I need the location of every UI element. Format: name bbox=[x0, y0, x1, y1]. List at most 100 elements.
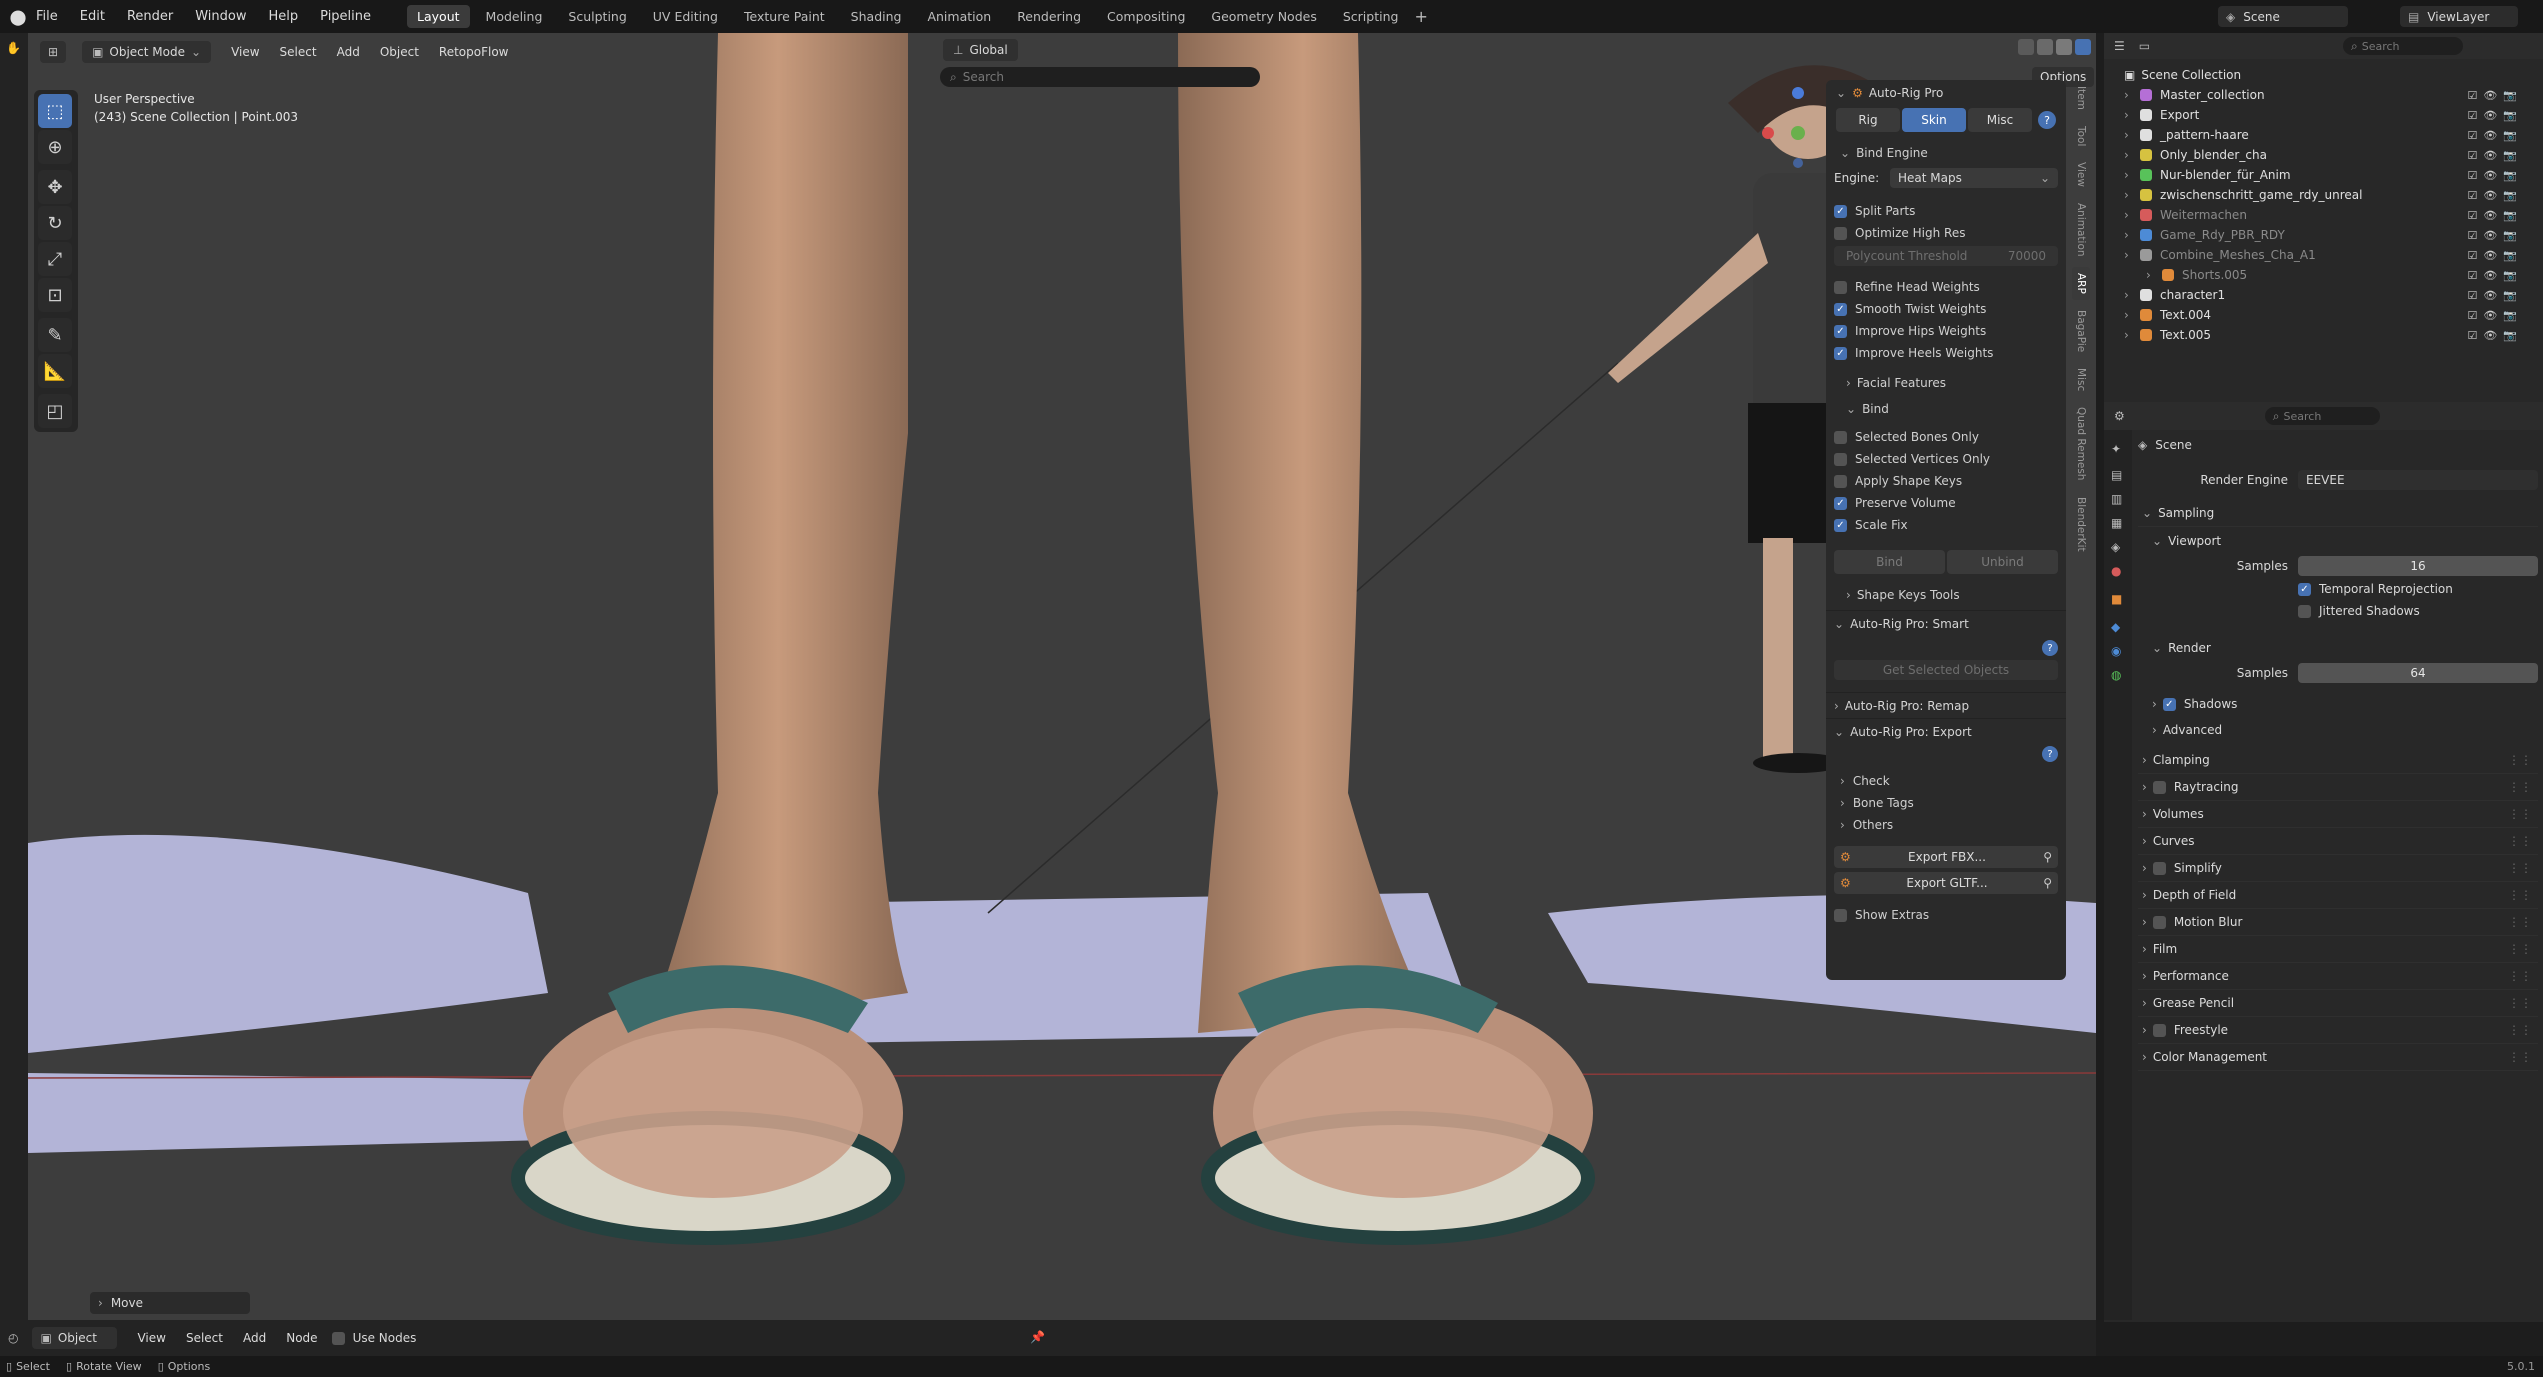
advanced-subpanel-header[interactable]: › Advanced bbox=[2138, 717, 2538, 743]
tab-scripting[interactable]: Scripting bbox=[1333, 5, 1409, 28]
chevron-right-icon[interactable]: › bbox=[2124, 128, 2134, 142]
use-nodes-checkbox[interactable]: Use Nodes bbox=[331, 1331, 416, 1345]
wireframe-shading-icon[interactable] bbox=[2018, 39, 2034, 55]
drag-handle-icon[interactable]: ⋮⋮ bbox=[2508, 834, 2532, 848]
properties-section-header[interactable]: › Curves ⋮⋮ bbox=[2138, 828, 2538, 855]
node-menu-node[interactable]: Node bbox=[286, 1331, 317, 1345]
chevron-right-icon[interactable]: › bbox=[2124, 208, 2134, 222]
shape-keys-tools-section[interactable]: › Shape Keys Tools bbox=[1834, 584, 2058, 606]
visibility-toggles[interactable]: ☑👁📷 bbox=[2467, 109, 2523, 122]
vp-menu-select[interactable]: Select bbox=[280, 45, 317, 59]
drag-handle-icon[interactable]: ⋮⋮ bbox=[2508, 861, 2532, 875]
sidebar-tab-tool[interactable]: Tool bbox=[2072, 120, 2090, 152]
hand-icon[interactable]: ✋ bbox=[6, 41, 22, 55]
properties-section-header[interactable]: › Freestyle ⋮⋮ bbox=[2138, 1017, 2538, 1044]
chevron-right-icon[interactable]: › bbox=[2124, 148, 2134, 162]
menu-render[interactable]: Render bbox=[127, 9, 173, 24]
sidebar-tab-blenderkit[interactable]: BlenderKit bbox=[2072, 491, 2090, 558]
outliner-item[interactable]: › Master_collection ☑👁📷 bbox=[2124, 85, 2543, 105]
tab-rig[interactable]: Rig bbox=[1836, 108, 1900, 132]
node-menu-select[interactable]: Select bbox=[186, 1331, 223, 1345]
check-section[interactable]: › Check bbox=[1834, 770, 2058, 792]
visibility-toggles[interactable]: ☑👁📷 bbox=[2467, 189, 2523, 202]
split-parts-checkbox[interactable]: ✓ Split Parts bbox=[1834, 200, 2058, 222]
chevron-right-icon[interactable]: › bbox=[2124, 228, 2134, 242]
visibility-toggles[interactable]: ☑👁📷 bbox=[2467, 289, 2523, 302]
improve-hips-checkbox[interactable]: ✓ Improve Hips Weights bbox=[1834, 320, 2058, 342]
scene-collection-row[interactable]: ▣ Scene Collection bbox=[2124, 65, 2543, 85]
menu-help[interactable]: Help bbox=[269, 9, 299, 24]
properties-section-header[interactable]: › Performance ⋮⋮ bbox=[2138, 963, 2538, 990]
shadows-subpanel-header[interactable]: › ✓ Shadows bbox=[2138, 691, 2538, 717]
outliner-item[interactable]: › Only_blender_cha ☑👁📷 bbox=[2124, 145, 2543, 165]
output-tab-icon[interactable]: ▥ bbox=[2111, 492, 2125, 506]
tab-uv-editing[interactable]: UV Editing bbox=[643, 5, 728, 28]
properties-editor-icon[interactable]: ⚙ bbox=[2114, 409, 2125, 423]
scale-fix-checkbox[interactable]: ✓ Scale Fix bbox=[1834, 514, 2058, 536]
tab-animation[interactable]: Animation bbox=[917, 5, 1001, 28]
select-box-tool-icon[interactable]: ⬚ bbox=[38, 94, 72, 128]
vp-menu-object[interactable]: Object bbox=[380, 45, 419, 59]
properties-section-header[interactable]: › Raytracing ⋮⋮ bbox=[2138, 774, 2538, 801]
drag-handle-icon[interactable]: ⋮⋮ bbox=[2508, 996, 2532, 1010]
vp-menu-retopoflow[interactable]: RetopoFlow bbox=[439, 45, 509, 59]
viewport-subpanel-header[interactable]: ⌄ Viewport bbox=[2138, 527, 2538, 554]
tab-compositing[interactable]: Compositing bbox=[1097, 5, 1195, 28]
outliner-item[interactable]: › _pattern-haare ☑👁📷 bbox=[2124, 125, 2543, 145]
display-mode-icon[interactable]: ▭ bbox=[2139, 39, 2150, 53]
outliner-item[interactable]: › Game_Rdy_PBR_RDY ☑👁📷 bbox=[2124, 225, 2543, 245]
drag-handle-icon[interactable]: ⋮⋮ bbox=[2508, 942, 2532, 956]
visibility-toggles[interactable]: ☑👁📷 bbox=[2467, 329, 2523, 342]
object-tab-icon[interactable]: ■ bbox=[2111, 592, 2125, 606]
checkbox-box[interactable] bbox=[2152, 1023, 2166, 1037]
viewlayer-selector[interactable]: ▤ ViewLayer bbox=[2400, 6, 2518, 27]
properties-section-header[interactable]: › Simplify ⋮⋮ bbox=[2138, 855, 2538, 882]
jittered-shadows-checkbox[interactable]: Jittered Shadows bbox=[2138, 600, 2538, 622]
outliner-item[interactable]: › Weitermachen ☑👁📷 bbox=[2124, 205, 2543, 225]
properties-section-header[interactable]: › Color Management ⋮⋮ bbox=[2138, 1044, 2538, 1071]
tab-rendering[interactable]: Rendering bbox=[1007, 5, 1091, 28]
sidebar-tab-item[interactable]: Item bbox=[2072, 80, 2090, 116]
cursor-tool-icon[interactable]: ⊕ bbox=[38, 130, 72, 164]
tab-misc[interactable]: Misc bbox=[1968, 108, 2032, 132]
visibility-toggles[interactable]: ☑👁📷 bbox=[2467, 269, 2523, 282]
measure-tool-icon[interactable]: 📐 bbox=[38, 354, 72, 388]
export-fbx-button[interactable]: ⚙ Export FBX... ⚲ bbox=[1834, 846, 2058, 868]
modifier-tab-icon[interactable]: ◆ bbox=[2111, 620, 2125, 634]
viewport-search-input[interactable]: ⌕ Search bbox=[940, 67, 1260, 87]
drag-handle-icon[interactable]: ⋮⋮ bbox=[2508, 1050, 2532, 1064]
improve-heels-checkbox[interactable]: ✓ Improve Heels Weights bbox=[1834, 342, 2058, 364]
chevron-right-icon[interactable]: › bbox=[2124, 168, 2134, 182]
material-shading-icon[interactable] bbox=[2056, 39, 2072, 55]
sidebar-tab-quad-remesh[interactable]: Quad Remesh bbox=[2072, 401, 2090, 486]
blender-logo-icon[interactable]: ⬤ bbox=[0, 8, 36, 26]
unbind-button[interactable]: Unbind bbox=[1947, 550, 2058, 574]
chevron-right-icon[interactable]: › bbox=[2146, 268, 2156, 282]
outliner-item[interactable]: › character1 ☑👁📷 bbox=[2124, 285, 2543, 305]
shader-type-dropdown[interactable]: ▣ Object bbox=[32, 1327, 118, 1349]
outliner-editor-icon[interactable]: ☰ bbox=[2114, 39, 2125, 53]
node-menu-view[interactable]: View bbox=[137, 1331, 165, 1345]
selected-bones-only-checkbox[interactable]: Selected Bones Only bbox=[1834, 426, 2058, 448]
scene-tab-icon[interactable]: ◈ bbox=[2111, 540, 2125, 554]
others-section[interactable]: › Others bbox=[1834, 814, 2058, 836]
pin-icon[interactable]: 📌 bbox=[1030, 1330, 1045, 1344]
visibility-toggles[interactable]: ☑👁📷 bbox=[2467, 209, 2523, 222]
tab-modeling[interactable]: Modeling bbox=[476, 5, 553, 28]
visibility-toggles[interactable]: ☑👁📷 bbox=[2467, 149, 2523, 162]
node-menu-add[interactable]: Add bbox=[243, 1331, 266, 1345]
world-tab-icon[interactable]: ● bbox=[2111, 564, 2125, 578]
chevron-right-icon[interactable]: › bbox=[2124, 328, 2134, 342]
last-operator-panel[interactable]: › Move bbox=[90, 1292, 250, 1314]
drag-handle-icon[interactable]: ⋮⋮ bbox=[2508, 807, 2532, 821]
vp-menu-view[interactable]: View bbox=[231, 45, 259, 59]
optimize-high-res-checkbox[interactable]: Optimize High Res bbox=[1834, 222, 2058, 244]
export-panel-header[interactable]: ⌄ Auto-Rig Pro: Export bbox=[1826, 718, 2066, 744]
export-gltf-button[interactable]: ⚙ Export GLTF... ⚲ bbox=[1834, 872, 2058, 894]
3d-viewport[interactable] bbox=[28, 33, 2096, 1320]
view-layer-tab-icon[interactable]: ▦ bbox=[2111, 516, 2125, 530]
visibility-toggles[interactable]: ☑👁📷 bbox=[2467, 89, 2523, 102]
arp-header[interactable]: ⌄ ⚙ Auto-Rig Pro bbox=[1826, 80, 2066, 106]
render-samples-field[interactable]: 64 bbox=[2298, 663, 2538, 683]
polycount-threshold-field[interactable]: Polycount Threshold 70000 bbox=[1834, 246, 2058, 266]
